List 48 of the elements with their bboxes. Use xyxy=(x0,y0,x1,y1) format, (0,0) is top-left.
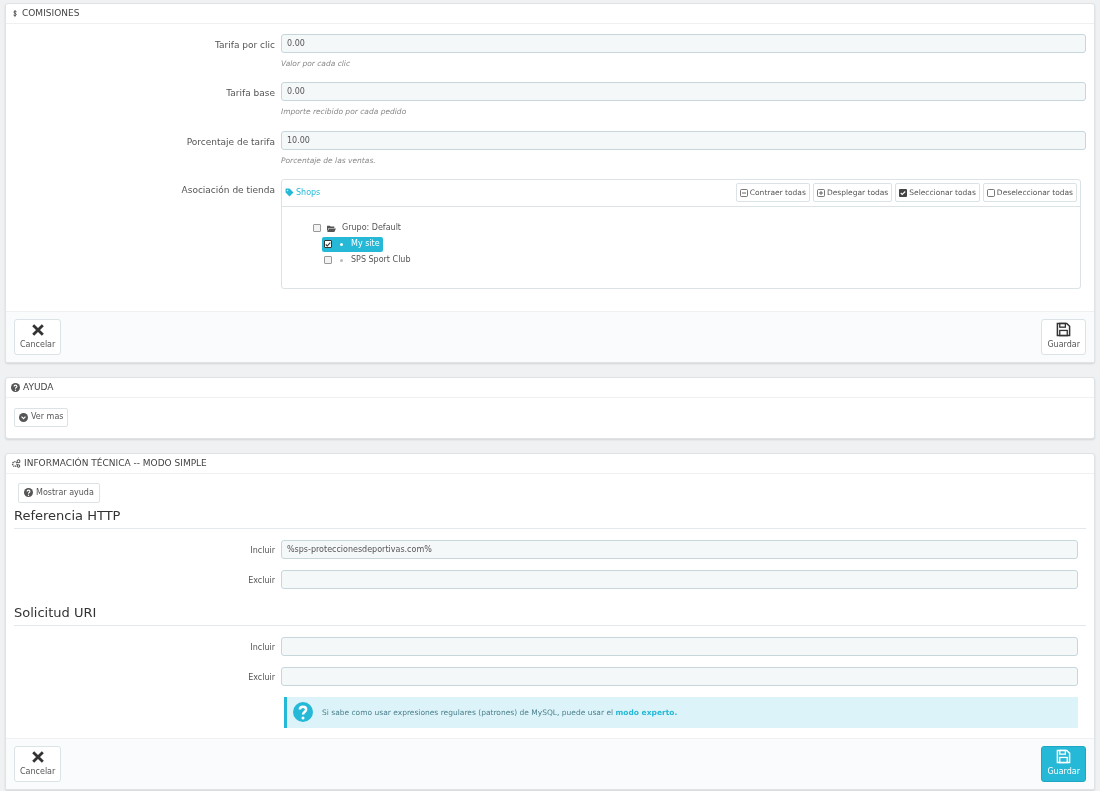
input-field[interactable] xyxy=(281,666,1078,686)
panel-title: AYUDA xyxy=(23,382,54,392)
dollar-icon xyxy=(11,8,19,19)
close-icon xyxy=(30,322,45,337)
field-label: Excluir xyxy=(247,574,276,587)
checkbox[interactable] xyxy=(324,256,332,265)
field-label: Tarifa por clic xyxy=(214,39,276,52)
input-field[interactable]: 0.00 xyxy=(281,34,1086,53)
input-field[interactable]: %sps-proteccionesdeportivas.com% xyxy=(281,539,1078,559)
input-field[interactable]: 0.00 xyxy=(281,82,1086,102)
question-icon xyxy=(293,702,313,723)
see-more-button[interactable]: Ver mas xyxy=(14,407,69,427)
field-label: Incluir xyxy=(249,641,276,654)
plus-square-icon xyxy=(816,188,825,197)
tree-group[interactable]: Grupo: Default xyxy=(311,220,404,236)
chevron-down-icon xyxy=(19,412,28,422)
bullet-icon xyxy=(340,242,343,246)
section-heading: Referencia HTTP xyxy=(14,507,121,523)
question-icon xyxy=(24,488,33,498)
field-label: Excluir xyxy=(247,671,276,684)
tag-icon xyxy=(285,188,294,198)
question-icon xyxy=(11,382,20,392)
panel-title: COMISIONES xyxy=(22,9,80,18)
checkbox[interactable] xyxy=(324,240,332,249)
checkbox[interactable] xyxy=(313,224,321,233)
field-label: Asociación de tienda xyxy=(180,183,276,197)
folder-icon xyxy=(326,223,337,233)
check-icon xyxy=(325,240,331,248)
field-label: Incluir xyxy=(249,544,276,557)
show-help-button[interactable]: Mostrar ayuda xyxy=(18,482,100,503)
save-button[interactable]: Guardar xyxy=(1041,318,1086,355)
bullet-icon xyxy=(340,258,343,262)
tree-item[interactable]: SPS Sport Club xyxy=(322,252,414,268)
panel-title: INFORMACIÓN TÉCNICA -- MODO SIMPLE xyxy=(24,458,207,468)
cancel-button[interactable]: Cancelar xyxy=(14,745,62,782)
close-icon xyxy=(30,749,45,764)
minus-square-icon xyxy=(739,188,748,197)
empty-square-icon xyxy=(986,188,995,197)
field-label: Porcentaje de tarifa xyxy=(185,135,276,149)
input-field[interactable]: 10.00 xyxy=(281,130,1086,150)
section-heading: Solicitud URI xyxy=(14,604,97,620)
gears-icon xyxy=(11,458,21,468)
cancel-button[interactable]: Cancelar xyxy=(14,318,62,355)
tree-title: Shops xyxy=(296,186,321,199)
input-field[interactable] xyxy=(281,569,1078,589)
field-label: Tarifa base xyxy=(225,87,276,101)
checked-square-icon xyxy=(899,188,908,197)
input-field[interactable] xyxy=(281,636,1078,656)
